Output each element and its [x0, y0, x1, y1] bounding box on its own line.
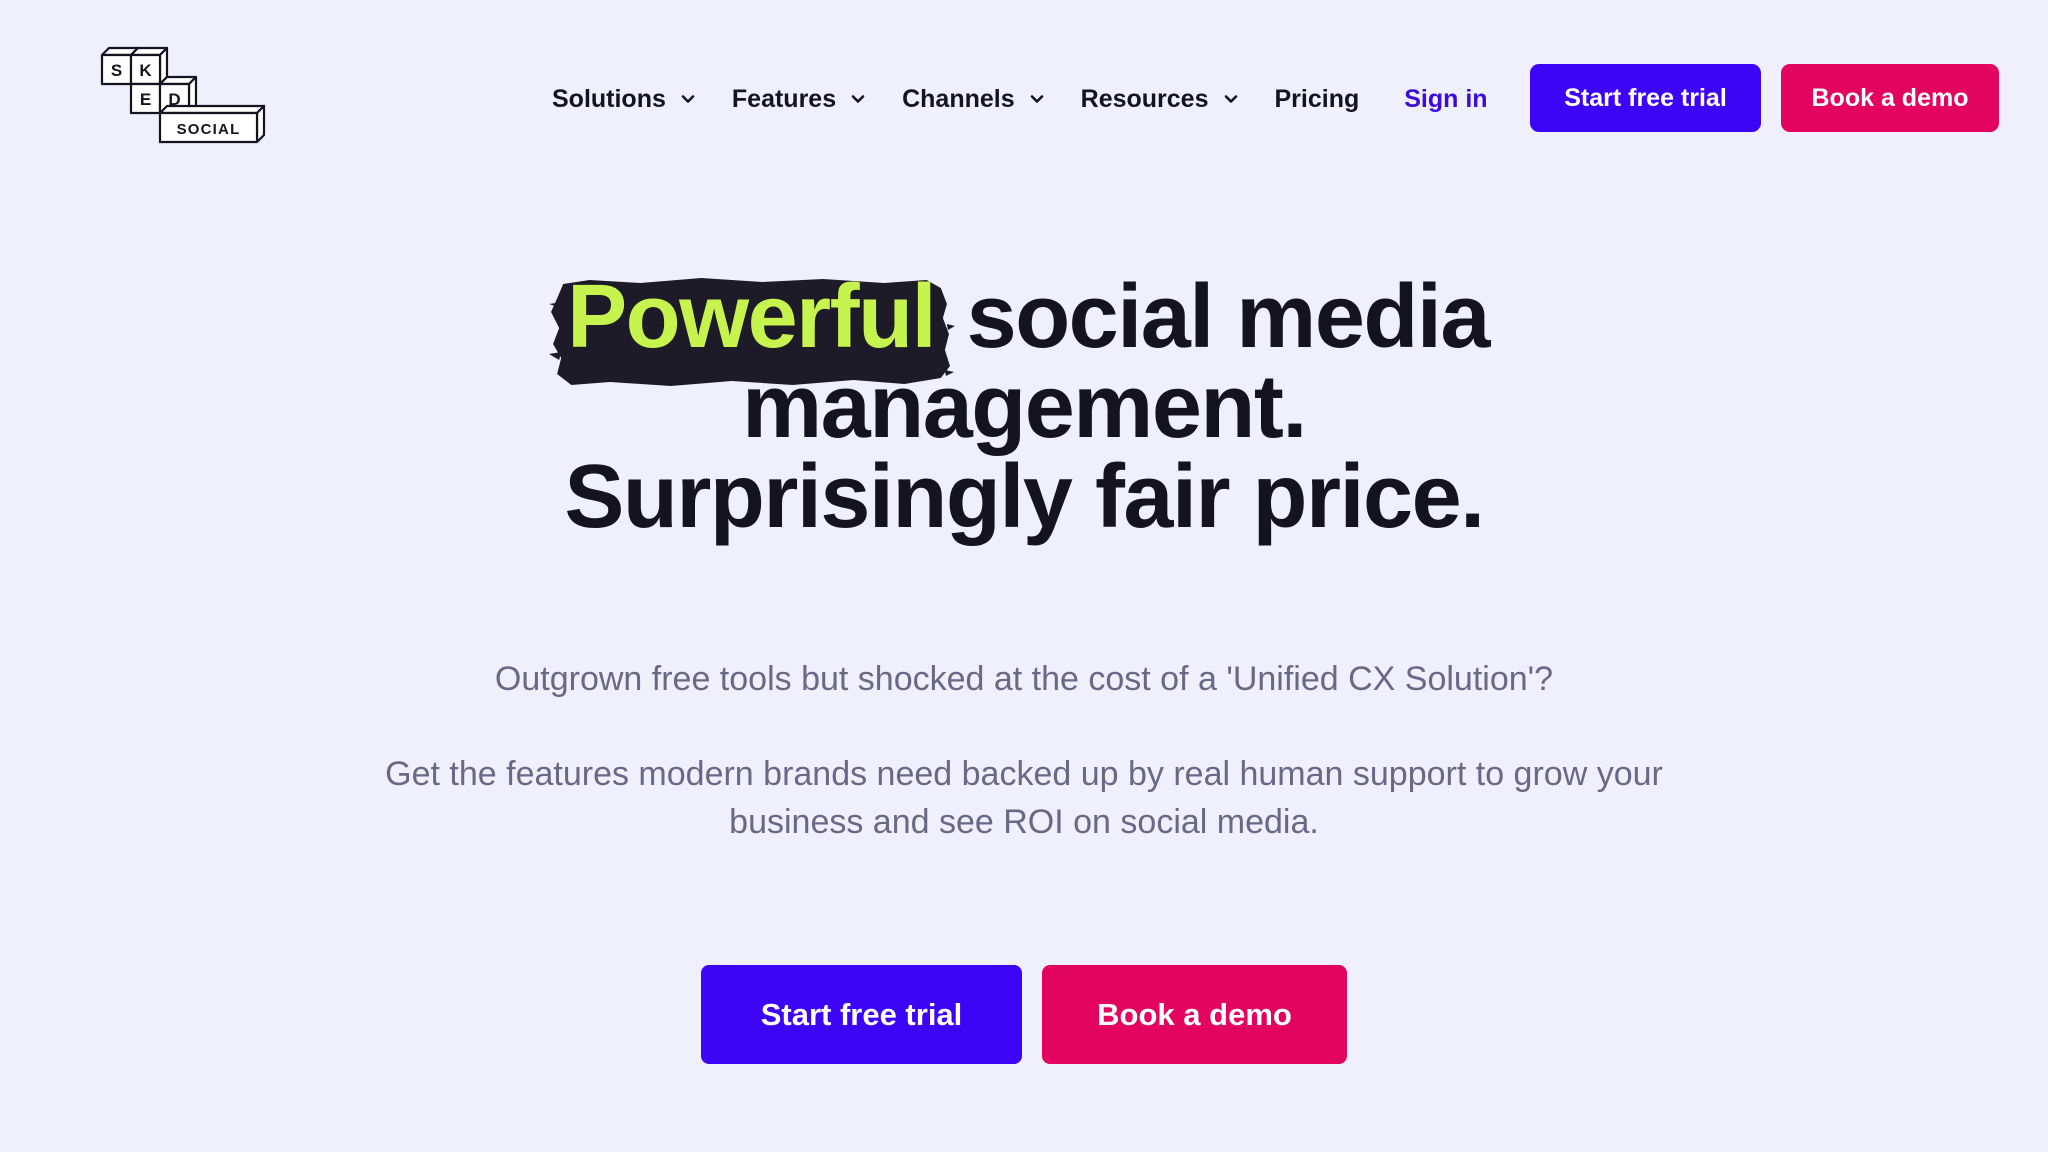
logo-word-social: SOCIAL	[177, 121, 241, 138]
hero-subtext-1: Outgrown free tools but shocked at the c…	[494, 660, 1554, 698]
sign-in-label: Sign in	[1404, 84, 1488, 113]
nav-item-solutions[interactable]: Solutions	[552, 85, 696, 114]
logo-letter-d: D	[168, 90, 180, 109]
sign-in-link[interactable]: Sign in	[1404, 85, 1487, 114]
logo-letter-s: S	[111, 61, 122, 80]
hero-headline: Powerful social media management. Surpri…	[0, 272, 2048, 542]
chevron-down-icon	[1030, 95, 1043, 103]
hero-subtext-2: Get the features modern brands need back…	[385, 755, 1663, 841]
chevron-down-icon	[681, 95, 695, 103]
headline-line-1: Powerful social media	[0, 272, 2048, 386]
chevron-down-icon	[851, 95, 865, 103]
nav-item-channels[interactable]: Channels	[902, 85, 1045, 114]
nav-item-label: Resources	[1080, 84, 1209, 113]
nav-item-label: Pricing	[1274, 84, 1360, 113]
nav-item-label: Channels	[902, 84, 1015, 113]
headline-rest-text: social media	[966, 267, 1491, 367]
headline-highlight-text: Powerful	[567, 267, 937, 367]
nav-item-resources[interactable]: Resources	[1081, 85, 1239, 114]
headline-highlight: Powerful	[549, 272, 956, 386]
sked-social-logo[interactable]: S K E D SOCIAL	[100, 44, 266, 154]
hero-book-demo-button[interactable]: Book a demo	[1042, 965, 1347, 1064]
headline-line-2: management.	[742, 357, 1307, 457]
header-start-free-trial-button[interactable]: Start free trial	[1530, 64, 1761, 132]
logo-letter-k: K	[139, 61, 152, 80]
nav-item-features[interactable]: Features	[732, 85, 866, 114]
headline-line-3: Surprisingly fair price.	[564, 447, 1485, 547]
nav-item-pricing[interactable]: Pricing	[1275, 85, 1360, 114]
chevron-down-icon	[1224, 95, 1237, 103]
nav-item-label: Features	[731, 84, 837, 113]
header-book-demo-button[interactable]: Book a demo	[1781, 64, 1999, 132]
nav-item-label: Solutions	[552, 84, 666, 113]
hero-start-free-trial-button[interactable]: Start free trial	[701, 965, 1022, 1064]
logo-letter-e: E	[140, 90, 151, 109]
main-nav: Solutions Features Channels Resources Pr…	[552, 78, 1488, 120]
